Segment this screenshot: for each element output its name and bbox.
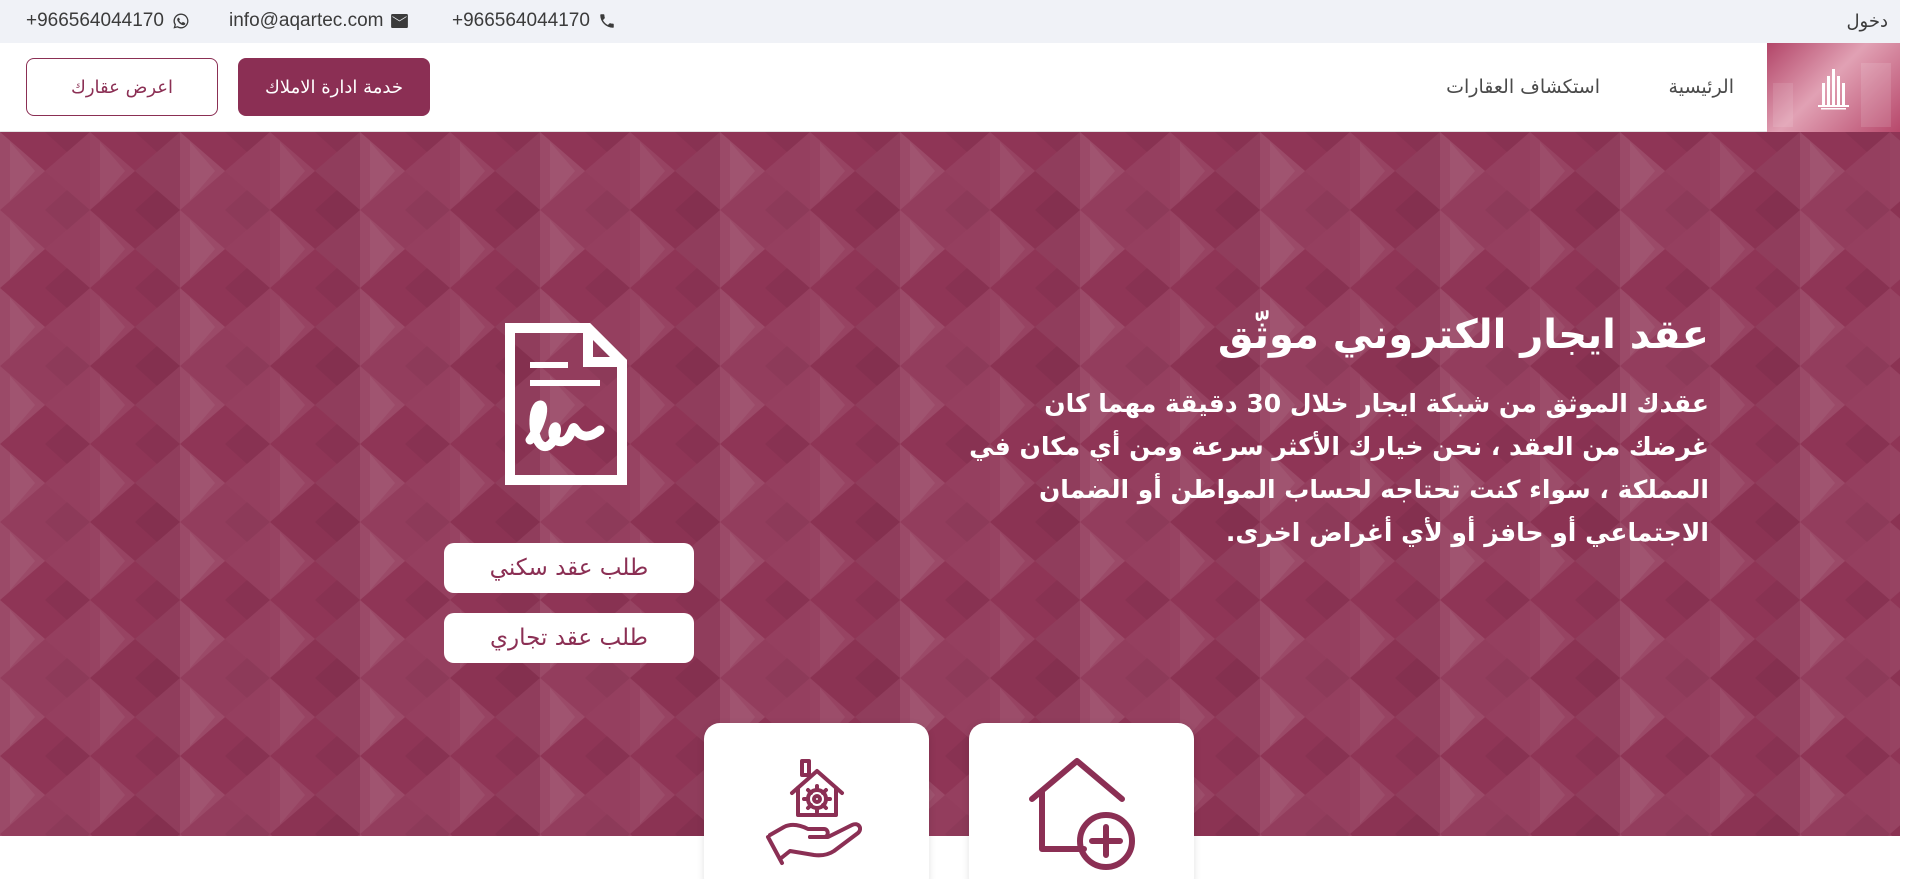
service-card-add-property[interactable]	[969, 723, 1194, 879]
hand-house-gear-icon	[765, 759, 862, 865]
list-property-button[interactable]: اعرض عقارك	[26, 58, 218, 116]
house-plus-icon	[1028, 758, 1135, 870]
site-logo[interactable]	[1767, 43, 1900, 132]
phone-icon	[598, 12, 616, 30]
property-management-button[interactable]: خدمة ادارة الاملاك	[238, 58, 430, 116]
residential-contract-button[interactable]: طلب عقد سكني	[444, 543, 694, 593]
hero-section: عقد ايجار الكتروني موثّق عقدك الموثق من …	[0, 132, 1900, 836]
envelope-icon	[391, 14, 409, 28]
login-link[interactable]: دخول	[1846, 11, 1888, 32]
nav-home[interactable]: الرئيسية	[1669, 76, 1734, 98]
top-contact-bar: +966564044170 info@aqartec.com +96656404…	[0, 0, 1900, 43]
email-contact[interactable]: info@aqartec.com	[229, 10, 409, 32]
whatsapp-phone-text: +966564044170	[26, 10, 164, 31]
nav-explore-properties[interactable]: استكشاف العقارات	[1446, 76, 1600, 98]
whatsapp-contact[interactable]: +966564044170	[26, 10, 190, 32]
commercial-contract-button[interactable]: طلب عقد تجاري	[444, 613, 694, 663]
hero-description: عقدك الموثق من شبكة ايجار خلال 30 دقيقة …	[969, 389, 1709, 547]
email-text: info@aqartec.com	[229, 10, 384, 31]
whatsapp-icon	[172, 12, 190, 30]
phone-contact[interactable]: +966564044170	[452, 10, 616, 32]
page: +966564044170 info@aqartec.com +96656404…	[0, 0, 1900, 879]
logo-building-icon	[1773, 63, 1891, 127]
service-card-property-management[interactable]	[704, 723, 929, 879]
signed-document-icon	[504, 322, 628, 490]
main-navbar: اعرض عقارك خدمة ادارة الاملاك استكشاف ال…	[0, 43, 1900, 132]
phone-text: +966564044170	[452, 10, 590, 31]
hero-title: عقد ايجار الكتروني موثّق	[1217, 312, 1709, 358]
